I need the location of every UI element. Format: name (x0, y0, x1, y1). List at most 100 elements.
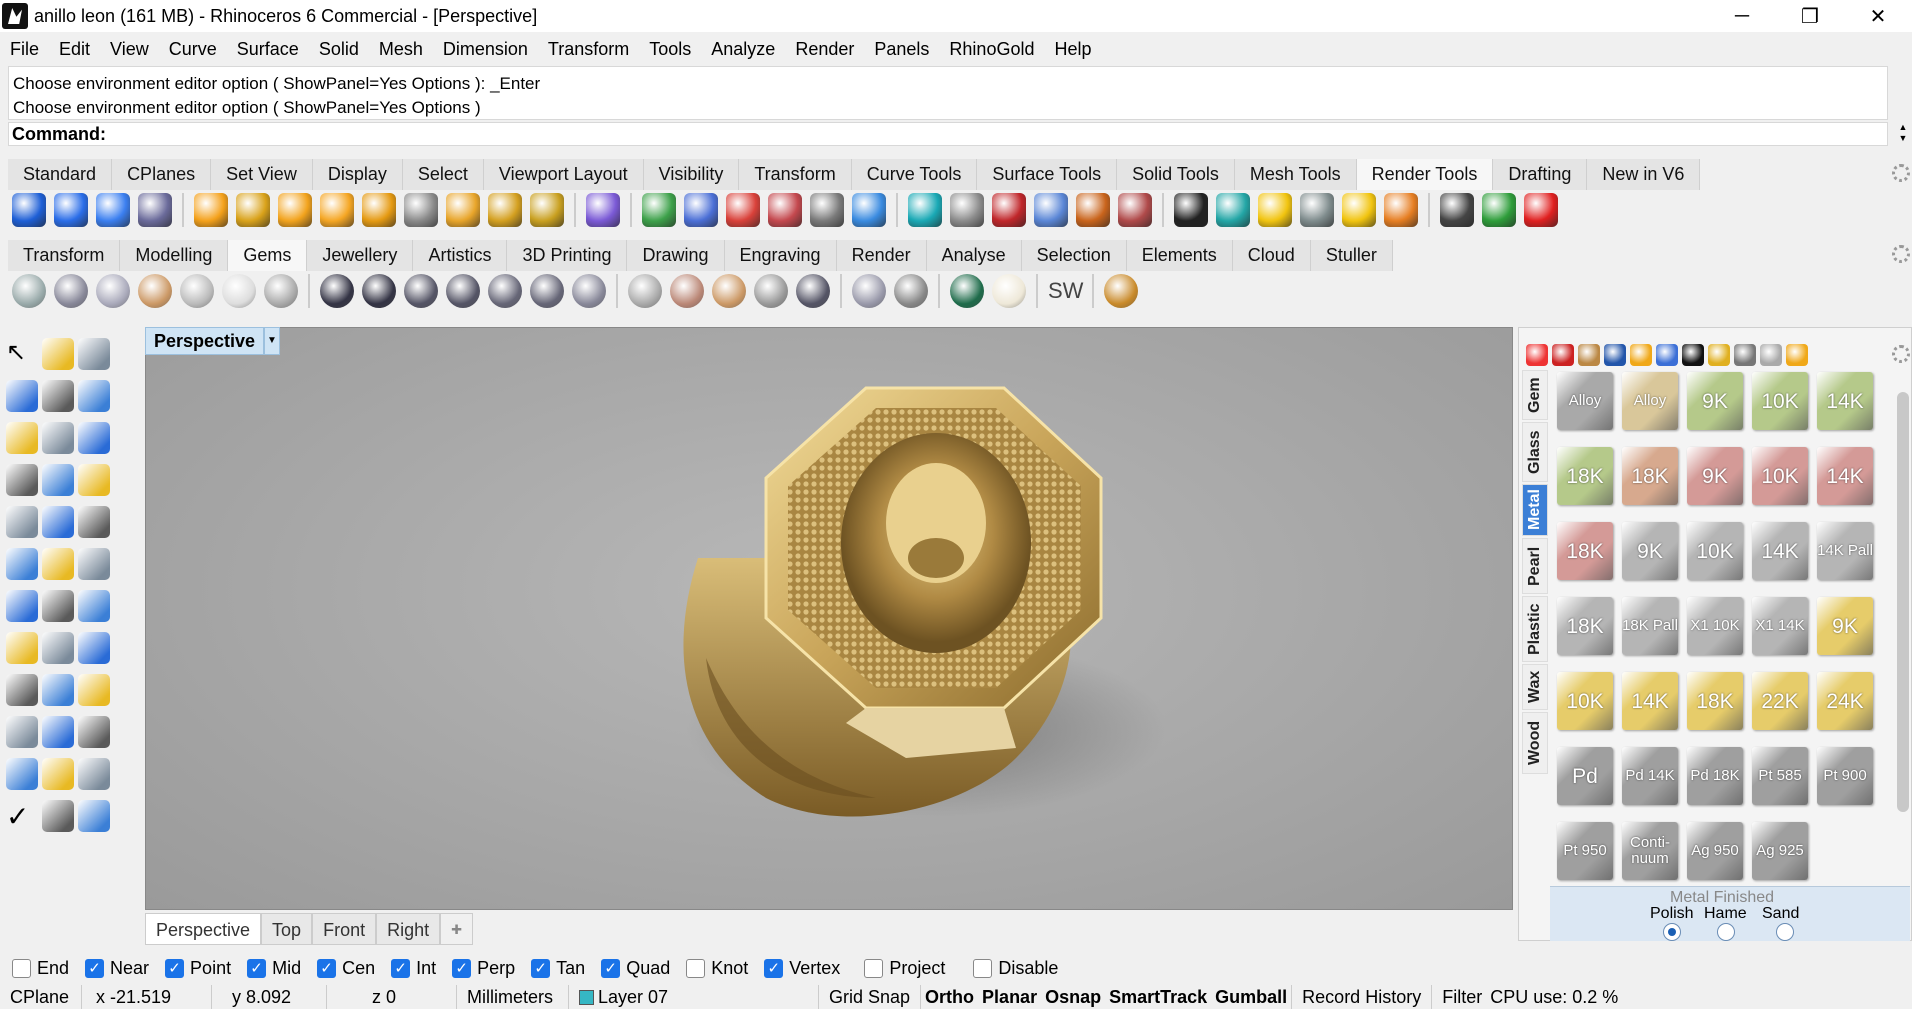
menu-dimension[interactable]: Dimension (443, 39, 528, 60)
light-direction-icon[interactable] (488, 193, 522, 227)
sun-icon[interactable] (1258, 193, 1292, 227)
fillet-curve-icon[interactable] (6, 464, 38, 496)
surface-icon[interactable] (42, 464, 74, 496)
material-tab-gem[interactable]: Gem (1522, 370, 1548, 420)
material-swatch-10k[interactable]: 10K (1752, 372, 1808, 430)
sphere-map-icon[interactable] (1034, 193, 1068, 227)
film-icon[interactable] (1440, 193, 1474, 227)
circle-icon[interactable] (42, 380, 74, 412)
minimize-button[interactable]: ─ (1708, 0, 1776, 32)
gem-star-icon[interactable] (138, 274, 172, 308)
material-swatch-14k[interactable]: 14K (1752, 522, 1808, 580)
array-icon[interactable] (78, 674, 110, 706)
cylinder-mapping-icon[interactable] (950, 193, 984, 227)
linear-light-icon[interactable] (362, 193, 396, 227)
material-swatch-pt-585[interactable]: Pt 585 (1752, 747, 1808, 805)
texture-icon[interactable] (684, 193, 718, 227)
record-icon[interactable] (1524, 193, 1558, 227)
material-tab-wax[interactable]: Wax (1522, 664, 1548, 710)
toolbar-settings-gear-icon[interactable] (1892, 164, 1910, 182)
material-swatch-ag-950[interactable]: Ag 950 (1687, 822, 1743, 880)
viewport-tab-front[interactable]: Front (312, 913, 377, 945)
directional-light-icon[interactable] (278, 193, 312, 227)
tab-viewport-layout[interactable]: Viewport Layout (483, 159, 644, 190)
finish-radio-polish[interactable] (1663, 923, 1681, 941)
osnap-mid[interactable]: ✓ Mid (247, 958, 301, 979)
menu-surface[interactable]: Surface (237, 39, 299, 60)
gear-solid-icon[interactable] (42, 548, 74, 580)
diamond-radiant-icon[interactable] (852, 274, 886, 308)
explosion-icon[interactable] (1384, 193, 1418, 227)
tab-surface-tools[interactable]: Surface Tools (977, 159, 1118, 190)
tab-drawing[interactable]: Drawing (627, 240, 725, 271)
tab-modelling[interactable]: Modelling (120, 240, 229, 271)
tab-render-tools[interactable]: Render Tools (1356, 159, 1494, 190)
menu-solid[interactable]: Solid (319, 39, 359, 60)
material-swatch-9k[interactable]: 9K (1687, 372, 1743, 430)
material-swatch-22k[interactable]: 22K (1752, 672, 1808, 730)
prong-icon[interactable] (404, 274, 438, 308)
pave-array-icon[interactable] (670, 274, 704, 308)
close-button[interactable]: ✕ (1844, 0, 1912, 32)
command-scroll[interactable]: ▲ ▼ (1894, 122, 1912, 146)
mesh-plane-icon[interactable] (6, 548, 38, 580)
gem-dimensions-icon[interactable] (180, 274, 214, 308)
gem-chain-icon[interactable] (894, 274, 928, 308)
viewport-tab-right[interactable]: Right (376, 913, 441, 945)
tab-visibility[interactable]: Visibility (643, 159, 740, 190)
ring-refresh-icon[interactable] (362, 274, 396, 308)
tab-transform[interactable]: Transform (8, 240, 121, 271)
menu-rhinogold[interactable]: RhinoGold (949, 39, 1034, 60)
gem-seat-icon[interactable] (488, 274, 522, 308)
sphere-icon[interactable] (1604, 344, 1626, 366)
rectangle-icon[interactable] (42, 422, 74, 454)
osnap-cen[interactable]: ✓ Cen (317, 958, 375, 979)
osnap-checkbox[interactable]: ✓ (165, 958, 185, 978)
material-swatch-pd[interactable]: Pd (1557, 747, 1613, 805)
gem-icon[interactable] (1708, 344, 1730, 366)
tab-selection[interactable]: Selection (1021, 240, 1127, 271)
material-swatch-18k-pall[interactable]: 18K Pall (1622, 597, 1678, 655)
menu-curve[interactable]: Curve (169, 39, 217, 60)
osnap-checkbox[interactable]: ✓ (317, 958, 337, 978)
maximize-button[interactable]: ❐ (1776, 0, 1844, 32)
align-icon[interactable] (42, 758, 74, 790)
select-arrow-icon[interactable]: ↖ (6, 338, 38, 370)
planar-toggle[interactable]: Planar (978, 985, 1041, 1009)
tab-drafting[interactable]: Drafting (1493, 159, 1588, 190)
layout-icon[interactable] (6, 716, 38, 748)
material-tab-pearl[interactable]: Pearl (1522, 538, 1548, 594)
polyline-icon[interactable] (78, 338, 110, 370)
osnap-int[interactable]: ✓ Int (391, 958, 436, 979)
material-swatch-x1-14k[interactable]: X1 14K (1752, 597, 1808, 655)
tab-artistics[interactable]: Artistics (413, 240, 508, 271)
texture-ball-icon[interactable] (1076, 193, 1110, 227)
solid-sphere-icon[interactable] (42, 800, 74, 832)
gem-halo-icon[interactable] (222, 274, 256, 308)
osnap-checkbox[interactable] (686, 958, 706, 978)
material-swatch-14k-pall[interactable]: 14K Pall (1817, 522, 1873, 580)
tab-cplanes[interactable]: CPlanes (112, 159, 212, 190)
osnap-quad[interactable]: ✓ Quad (601, 958, 670, 979)
gem-cluster-icon[interactable] (264, 274, 298, 308)
smarttrack-toggle[interactable]: SmartTrack (1105, 985, 1211, 1009)
gem-leaf-icon[interactable] (96, 274, 130, 308)
tab-stuller[interactable]: Stuller (1310, 240, 1393, 271)
material-swatch-9k[interactable]: 9K (1817, 597, 1873, 655)
split-icon[interactable] (42, 590, 74, 622)
cylinder-icon[interactable] (78, 506, 110, 538)
curve-pick-icon[interactable] (42, 632, 74, 664)
material-swatch-18k[interactable]: 18K (1557, 522, 1613, 580)
lofted-surface-icon[interactable] (78, 464, 110, 496)
material-swatch-14k[interactable]: 14K (1622, 672, 1678, 730)
osnap-point[interactable]: ✓ Point (165, 958, 231, 979)
tab-render[interactable]: Render (836, 240, 927, 271)
menu-tools[interactable]: Tools (649, 39, 691, 60)
pave-snow-icon[interactable] (754, 274, 788, 308)
render-printer-icon[interactable] (138, 193, 172, 227)
status-cplane[interactable]: CPlane (0, 985, 82, 1009)
filter-toggle[interactable]: Filter (1432, 985, 1486, 1009)
spot-light-2-icon[interactable] (446, 193, 480, 227)
tab-elements[interactable]: Elements (1126, 240, 1233, 271)
render-sphere-light-icon[interactable] (96, 193, 130, 227)
